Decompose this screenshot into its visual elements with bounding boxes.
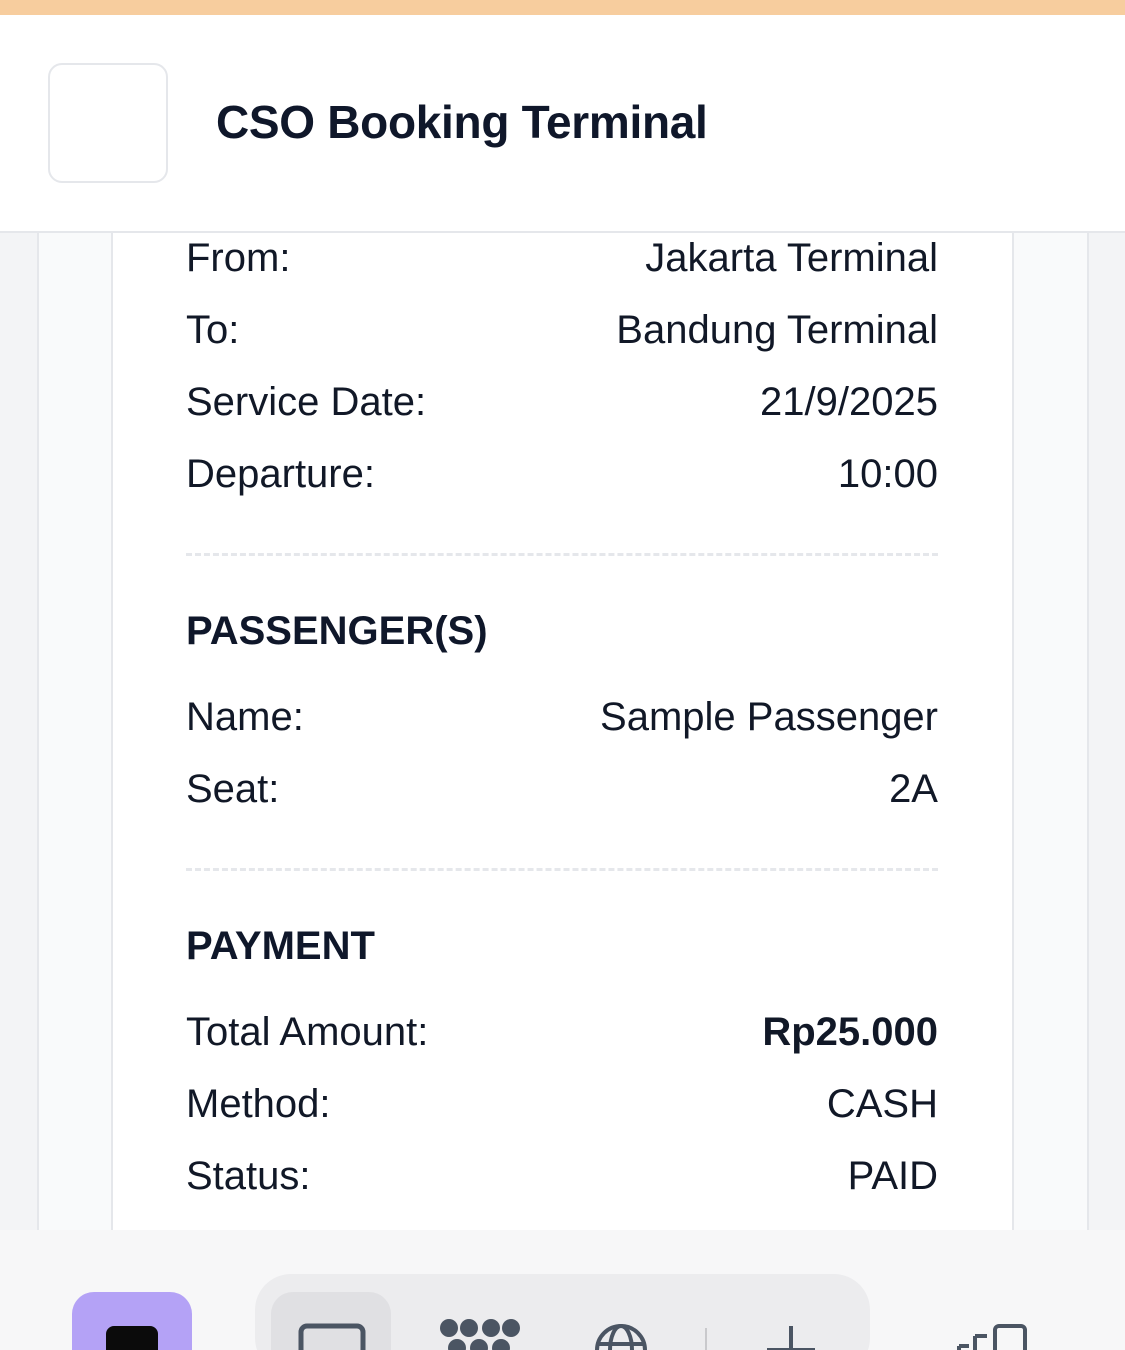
payment-heading: PAYMENT: [186, 924, 375, 968]
seat-label: Seat:: [186, 766, 280, 811]
app-tray: [255, 1274, 870, 1350]
to-row: To: Bandung Terminal: [186, 305, 938, 355]
home-icon: [106, 1326, 158, 1350]
browser-button[interactable]: [561, 1292, 681, 1350]
method-value: CASH: [826, 1081, 938, 1126]
method-label: Method:: [186, 1081, 331, 1126]
app-header: CSO Booking Terminal: [0, 15, 1125, 233]
total-amount-label: Total Amount:: [186, 1009, 429, 1054]
passenger-name-label: Name:: [186, 694, 304, 739]
apps-button[interactable]: [417, 1292, 537, 1350]
status-label: Status:: [186, 1153, 311, 1198]
service-date-value: 21/9/2025: [760, 379, 938, 424]
seat-value: 2A: [889, 766, 938, 811]
departure-value: 10:00: [837, 451, 938, 496]
from-row: From: Jakarta Terminal: [186, 233, 938, 283]
bottom-navigation-bar: [0, 1230, 1125, 1350]
total-amount-row: Total Amount: Rp25.000: [186, 1007, 938, 1057]
tray-separator: [705, 1328, 707, 1350]
logo-placeholder: [48, 63, 168, 183]
page-title: CSO Booking Terminal: [216, 96, 708, 148]
service-date-row: Service Date: 21/9/2025: [186, 377, 938, 427]
seat-row: Seat: 2A: [186, 764, 938, 814]
divider: [186, 553, 938, 556]
status-bar-accent: [0, 0, 1125, 15]
add-button[interactable]: [731, 1292, 851, 1350]
passengers-heading: PASSENGER(S): [186, 609, 488, 653]
from-label: From:: [186, 235, 291, 280]
total-amount-value: Rp25.000: [762, 1009, 938, 1054]
passenger-name-row: Name: Sample Passenger: [186, 692, 938, 742]
passenger-name-value: Sample Passenger: [600, 694, 938, 739]
window-icon: [298, 1323, 366, 1350]
to-value: Bandung Terminal: [616, 307, 938, 352]
recents-icon: [957, 1324, 1027, 1350]
globe-icon: [595, 1324, 647, 1350]
to-label: To:: [186, 307, 240, 352]
method-row: Method: CASH: [186, 1079, 938, 1129]
divider: [186, 868, 938, 871]
departure-row: Departure: 10:00: [186, 449, 938, 499]
home-button[interactable]: [72, 1292, 192, 1350]
departure-label: Departure:: [186, 451, 375, 496]
status-value: PAID: [847, 1153, 938, 1198]
add-icon: [767, 1326, 815, 1350]
recents-button[interactable]: [955, 1322, 1035, 1350]
status-row: Status: PAID: [186, 1151, 938, 1201]
service-date-label: Service Date:: [186, 379, 427, 424]
window-button[interactable]: [271, 1292, 391, 1350]
from-value: Jakarta Terminal: [645, 235, 938, 280]
apps-grid-icon: [440, 1319, 520, 1350]
receipt-scroll-area[interactable]: From: Jakarta Terminal To: Bandung Termi…: [0, 233, 1125, 1230]
